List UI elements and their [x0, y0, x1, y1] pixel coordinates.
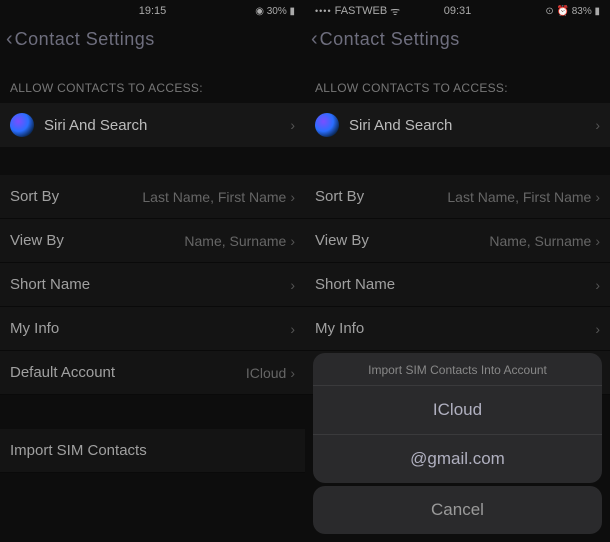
back-icon[interactable]: ‹ — [6, 28, 13, 51]
row-label: Sort By — [315, 188, 364, 205]
chevron-right-icon: › — [595, 321, 600, 337]
back-icon[interactable]: ‹ — [311, 28, 318, 51]
siri-label: Siri And Search — [44, 117, 280, 134]
battery-indicator: ⊙ ⏰ 83% ▮ — [545, 6, 600, 17]
siri-search-row[interactable]: Siri And Search › — [305, 103, 610, 147]
action-sheet-title: Import SIM Contacts Into Account — [313, 353, 602, 385]
row-default-account[interactable]: Default Account ICloud› — [0, 351, 305, 395]
chevron-right-icon: › — [595, 189, 600, 205]
chevron-right-icon: › — [290, 117, 295, 133]
chevron-right-icon: › — [595, 117, 600, 133]
chevron-right-icon: › — [290, 233, 295, 249]
action-sheet: Import SIM Contacts Into Account ICloud … — [313, 353, 602, 483]
chevron-right-icon: › — [290, 321, 295, 337]
row-view-by[interactable]: View By Name, Surname› — [0, 219, 305, 263]
row-value: Name, Surname› — [184, 233, 295, 249]
sheet-cancel-button[interactable]: Cancel — [313, 486, 602, 534]
nav-header[interactable]: ‹ Contact Settings — [305, 20, 610, 63]
row-my-info[interactable]: My Info › — [0, 307, 305, 351]
status-right: ◉ 30% ▮ — [200, 6, 295, 17]
row-value: › — [290, 277, 295, 293]
section-gap — [305, 147, 610, 175]
chevron-right-icon: › — [290, 277, 295, 293]
row-sort-by[interactable]: Sort By Last Name, First Name› — [305, 175, 610, 219]
chevron-right-icon: › — [595, 233, 600, 249]
row-label: Sort By — [10, 188, 59, 205]
row-label: View By — [10, 232, 64, 249]
page-title: Contact Settings — [320, 29, 460, 50]
row-short-name[interactable]: Short Name › — [305, 263, 610, 307]
row-label: Import SIM Contacts — [10, 442, 147, 459]
battery-indicator: ◉ 30% ▮ — [255, 6, 295, 17]
sheet-option-gmail[interactable]: @gmail.com — [313, 434, 602, 483]
signal-icon — [315, 5, 332, 17]
row-label: My Info — [10, 320, 59, 337]
status-bar: 19:15 ◉ 30% ▮ — [0, 0, 305, 20]
row-value: › — [290, 321, 295, 337]
status-time: 09:31 — [410, 5, 505, 17]
row-label: My Info — [315, 320, 364, 337]
row-short-name[interactable]: Short Name › — [0, 263, 305, 307]
status-left: FASTWEB ᯤ — [315, 4, 410, 19]
screen-left: 19:15 ◉ 30% ▮ ‹ Contact Settings ALLOW C… — [0, 0, 305, 542]
row-value: Last Name, First Name› — [142, 189, 295, 205]
row-value: Last Name, First Name› — [447, 189, 600, 205]
siri-icon — [315, 113, 339, 137]
section-gap — [0, 147, 305, 175]
chevron-right-icon: › — [290, 189, 295, 205]
chevron-right-icon: › — [290, 365, 295, 381]
chevron-right-icon: › — [595, 277, 600, 293]
row-my-info[interactable]: My Info › — [305, 307, 610, 351]
row-import-sim[interactable]: Import SIM Contacts — [0, 429, 305, 473]
section-label-access: ALLOW CONTACTS TO ACCESS: — [305, 63, 610, 103]
sheet-option-icloud[interactable]: ICloud — [313, 385, 602, 434]
screen-right: FASTWEB ᯤ 09:31 ⊙ ⏰ 83% ▮ ‹ Contact Sett… — [305, 0, 610, 542]
status-bar: FASTWEB ᯤ 09:31 ⊙ ⏰ 83% ▮ — [305, 0, 610, 20]
status-time: 19:15 — [105, 5, 200, 17]
siri-icon — [10, 113, 34, 137]
row-label: Short Name — [315, 276, 395, 293]
row-label: Default Account — [10, 364, 115, 381]
siri-search-row[interactable]: Siri And Search › — [0, 103, 305, 147]
row-value: ICloud› — [246, 365, 295, 381]
row-value: › — [595, 277, 600, 293]
status-right: ⊙ ⏰ 83% ▮ — [505, 6, 600, 17]
row-value: › — [595, 321, 600, 337]
row-label: Short Name — [10, 276, 90, 293]
row-sort-by[interactable]: Sort By Last Name, First Name› — [0, 175, 305, 219]
carrier-label: FASTWEB — [335, 5, 388, 17]
wifi-icon: ᯤ — [390, 4, 400, 19]
page-title: Contact Settings — [15, 29, 155, 50]
nav-header[interactable]: ‹ Contact Settings — [0, 20, 305, 63]
row-value: Name, Surname› — [489, 233, 600, 249]
section-gap — [0, 395, 305, 429]
row-view-by[interactable]: View By Name, Surname› — [305, 219, 610, 263]
row-label: View By — [315, 232, 369, 249]
section-label-access: ALLOW CONTACTS TO ACCESS: — [0, 63, 305, 103]
siri-label: Siri And Search — [349, 117, 585, 134]
